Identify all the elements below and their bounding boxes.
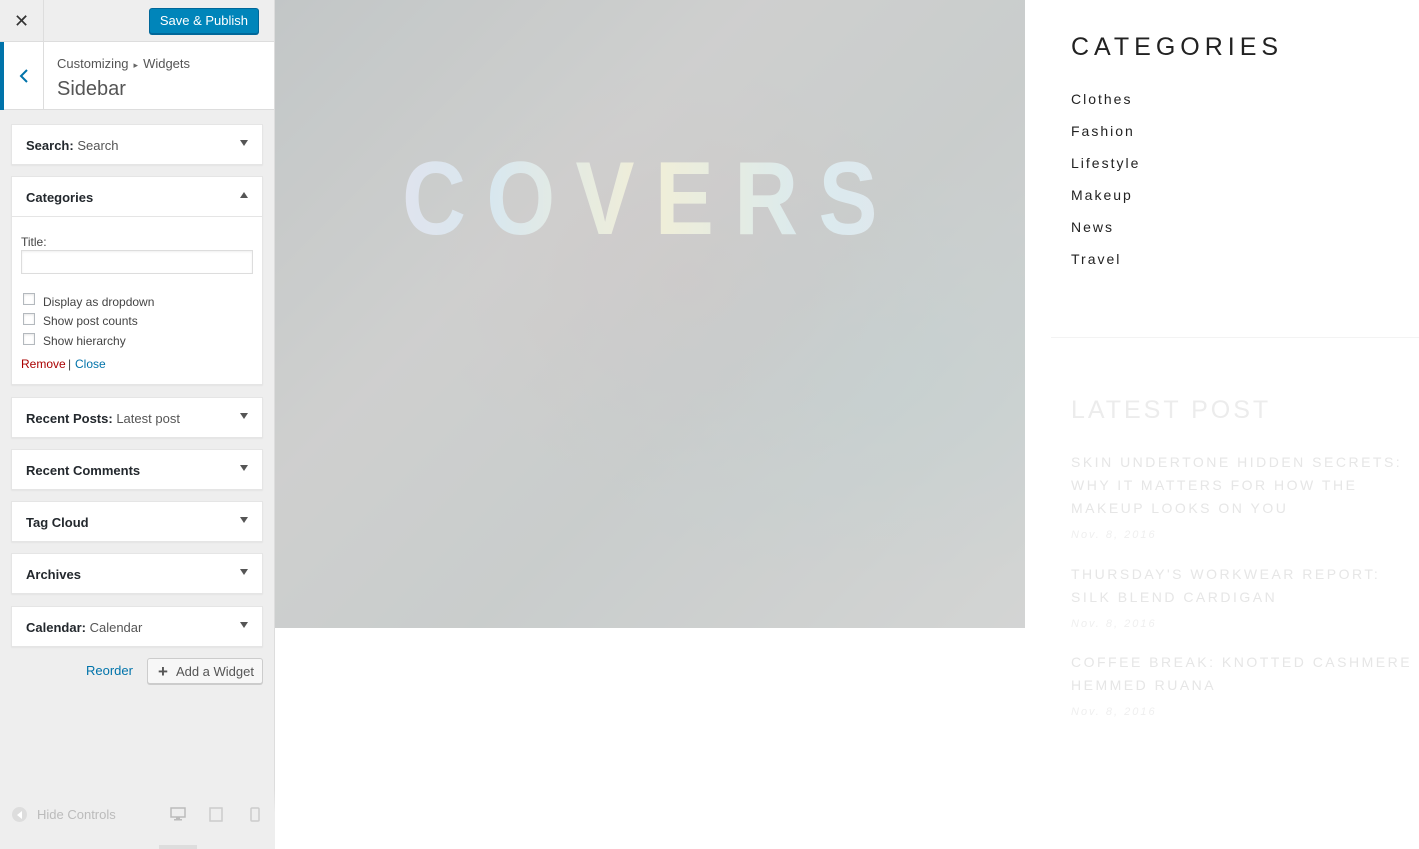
expand-arrow-icon[interactable] xyxy=(240,413,248,419)
widget-categories: Categories Title: Display as dropdown Sh… xyxy=(11,176,263,385)
divider xyxy=(1051,337,1419,338)
mobile-icon[interactable] xyxy=(250,807,266,822)
post-title-link[interactable]: THURSDAY'S WORKWEAR REPORT: SILK BLEND C… xyxy=(1071,563,1419,609)
breadcrumb: Customizing ▸ Widgets xyxy=(57,56,190,71)
add-widget-label: Add a Widget xyxy=(175,663,254,679)
section-header: Customizing ▸ Widgets Sidebar xyxy=(0,42,274,110)
widget-subtitle: Latest post xyxy=(116,411,180,426)
title-input[interactable] xyxy=(21,250,253,274)
tablet-icon[interactable] xyxy=(209,807,225,822)
post-date: Nov. 8, 2016 xyxy=(1071,618,1157,630)
widget-title: Search: Search xyxy=(26,138,119,153)
hide-controls-label: Hide Controls xyxy=(37,807,116,822)
expand-arrow-icon[interactable] xyxy=(240,517,248,523)
widget-header[interactable]: Recent Comments xyxy=(12,450,262,489)
widget-archives: Archives xyxy=(11,553,263,594)
expand-arrow-icon[interactable] xyxy=(240,622,248,628)
show-hierarchy-label: Show hierarchy xyxy=(43,334,126,348)
customizer-footer: Hide Controls xyxy=(0,789,275,849)
widget-title: Archives xyxy=(26,567,81,582)
close-link[interactable]: Close xyxy=(75,357,106,371)
category-link[interactable]: Makeup xyxy=(1071,187,1133,203)
breadcrumb-separator: ▸ xyxy=(133,60,139,70)
widget-recent-posts: Recent Posts: Latest post xyxy=(11,397,263,438)
categories-heading: CATEGORIES xyxy=(1071,33,1284,61)
widget-name: Categories xyxy=(26,190,94,205)
widget-recent-comments: Recent Comments xyxy=(11,449,263,490)
hero-title: COVERS xyxy=(331,140,969,259)
expand-arrow-icon[interactable] xyxy=(240,569,248,575)
reorder-link[interactable]: Reorder xyxy=(86,663,133,678)
widget-name: Recent Posts xyxy=(26,411,109,426)
section-title: Sidebar xyxy=(57,78,126,100)
widget-header[interactable]: Recent Posts: Latest post xyxy=(12,398,262,437)
post-date: Nov. 8, 2016 xyxy=(1071,706,1157,718)
show-post-counts-checkbox[interactable] xyxy=(23,313,35,325)
link-divider: | xyxy=(68,357,72,371)
widget-subtitle: Search xyxy=(77,138,119,153)
expand-arrow-icon[interactable] xyxy=(240,465,248,471)
hide-controls-button[interactable]: Hide Controls xyxy=(12,807,116,822)
post-title-link[interactable]: SKIN UNDERTONE HIDDEN SECRETS: WHY IT MA… xyxy=(1071,451,1419,520)
widget-name: Tag Cloud xyxy=(26,515,89,530)
customizer-panel: ✕ Save & Publish Customizing ▸ Widgets Sid… xyxy=(0,0,275,849)
widget-title: Recent Comments xyxy=(26,463,140,478)
widget-header[interactable]: Search: Search xyxy=(12,125,262,164)
plus-icon: + xyxy=(158,661,168,681)
close-icon: ✕ xyxy=(13,10,30,31)
widget-header[interactable]: Archives xyxy=(12,554,262,593)
close-customizer-button[interactable]: ✕ xyxy=(0,0,44,42)
title-label: Title: xyxy=(21,235,47,249)
expand-arrow-icon[interactable] xyxy=(240,140,248,146)
widget-header[interactable]: Categories xyxy=(12,177,262,216)
category-link[interactable]: Lifestyle xyxy=(1071,155,1140,171)
widget-subtitle: Calendar xyxy=(89,620,143,635)
widget-form: Title: Display as dropdown Show post cou… xyxy=(12,216,262,384)
chevron-left-icon xyxy=(19,69,28,83)
hero-overlay xyxy=(275,0,1025,628)
display-dropdown-label: Display as dropdown xyxy=(43,295,155,309)
widget-name: Archives xyxy=(26,567,81,582)
latest-post-heading: LATEST POST xyxy=(1071,396,1272,424)
add-widget-button[interactable]: + Add a Widget xyxy=(147,658,263,684)
collapse-arrow-icon[interactable] xyxy=(240,192,248,198)
customizer-header: ✕ Save & Publish xyxy=(0,0,274,42)
widget-tag-cloud: Tag Cloud xyxy=(11,501,263,542)
hero-image: COVERS xyxy=(275,0,1025,628)
site-preview: COVERS CATEGORIES Clothes Fashion Lifest… xyxy=(275,0,1419,849)
category-link[interactable]: Fashion xyxy=(1071,123,1135,139)
widget-name: Search xyxy=(26,138,70,153)
widget-title: Categories xyxy=(26,190,93,205)
desktop-icon[interactable] xyxy=(170,807,186,821)
widget-name: Recent Comments xyxy=(26,463,141,478)
active-device-indicator xyxy=(159,845,197,849)
widget-header[interactable]: Tag Cloud xyxy=(12,502,262,541)
widget-calendar: Calendar: Calendar xyxy=(11,606,263,647)
remove-link[interactable]: Remove xyxy=(21,357,66,371)
post-title-link[interactable]: COFFEE BREAK: KNOTTED CASHMERE HEMMED RU… xyxy=(1071,651,1419,697)
collapse-icon xyxy=(12,807,27,822)
widget-search: Search: Search xyxy=(11,124,263,165)
widget-name: Calendar xyxy=(26,620,82,635)
breadcrumb-current: Widgets xyxy=(143,56,191,71)
breadcrumb-root: Customizing xyxy=(57,56,129,71)
display-dropdown-checkbox[interactable] xyxy=(23,293,35,305)
widget-title: Tag Cloud xyxy=(26,515,89,530)
show-hierarchy-checkbox[interactable] xyxy=(23,333,35,345)
category-link[interactable]: Travel xyxy=(1071,251,1121,267)
widget-header[interactable]: Calendar: Calendar xyxy=(12,607,262,646)
save-publish-button[interactable]: Save & Publish xyxy=(148,8,259,34)
post-date: Nov. 8, 2016 xyxy=(1071,529,1157,541)
widget-title: Recent Posts: Latest post xyxy=(26,411,180,426)
category-link[interactable]: News xyxy=(1071,219,1114,235)
show-post-counts-label: Show post counts xyxy=(43,314,138,328)
back-button[interactable] xyxy=(0,42,44,110)
category-link[interactable]: Clothes xyxy=(1071,91,1132,107)
widget-title: Calendar: Calendar xyxy=(26,620,143,635)
